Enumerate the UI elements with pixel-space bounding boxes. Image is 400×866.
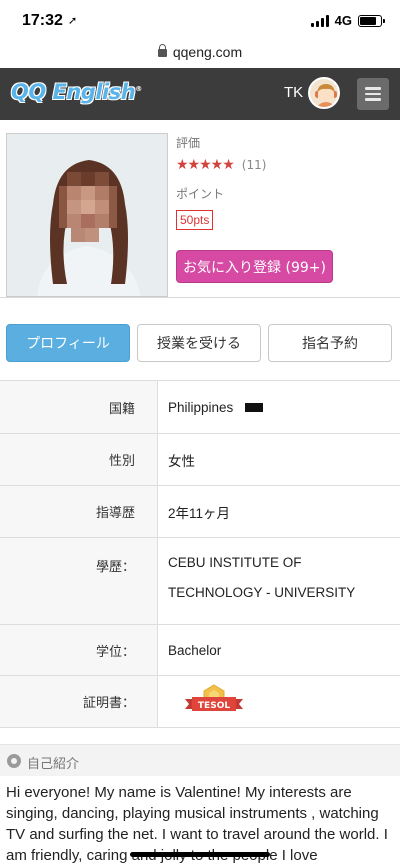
rating-label: 評価 (176, 136, 201, 150)
menu-bar (365, 87, 381, 90)
teacher-photo (6, 133, 168, 297)
logo-registered-mark: ® (135, 85, 142, 93)
table-row: 學歷： CEBU INSTITUTE OF TECHNOLOGY - UNIVE… (0, 538, 400, 625)
degree-label: 学位： (0, 625, 158, 675)
battery-level (360, 16, 376, 25)
gender-label: 性別 (0, 434, 158, 485)
education-value: CEBU INSTITUTE OF TECHNOLOGY - UNIVERSIT… (158, 538, 400, 624)
table-row: 証明書： TESOL (0, 676, 400, 728)
network-type: 4G (334, 13, 352, 28)
teacher-info: 評価 ★★★★★ (11) ポイント 50pts (176, 134, 266, 230)
home-indicator[interactable] (130, 852, 270, 857)
rating-count[interactable]: (11) (242, 158, 267, 172)
status-bar: 17:32 ➚ 4G (0, 0, 400, 44)
url-bar[interactable]: qqeng.com (0, 44, 400, 66)
circle-bullet-icon (7, 754, 21, 768)
tesol-badge: TESOL (182, 682, 246, 722)
education-label: 學歷： (0, 538, 158, 624)
avatar-icon (315, 84, 337, 107)
star-rating: ★★★★★ (176, 157, 235, 173)
status-time: 17:32 (22, 12, 63, 29)
user-name[interactable]: TK (284, 84, 303, 101)
experience-label: 指導歴 (0, 486, 158, 537)
tab-take-lesson[interactable]: 授業を受ける (137, 324, 261, 362)
tab-reservation[interactable]: 指名予約 (268, 324, 392, 362)
table-row: 学位： Bachelor (0, 625, 400, 676)
flag-icon (245, 402, 264, 412)
table-row: 指導歴 2年11ヶ月 (0, 486, 400, 538)
url-text: qqeng.com (172, 44, 243, 60)
tesol-badge-text: TESOL (198, 701, 230, 711)
lock-icon (157, 44, 167, 57)
certificate-value: TESOL (158, 676, 400, 727)
pixelated-portrait-image (7, 134, 167, 296)
signal-icon (310, 14, 329, 27)
teacher-details-table: 国籍 Philippines 性別 女性 指導歴 2年11ヶ月 學歷： CEBU… (0, 380, 400, 728)
menu-bar (365, 98, 381, 101)
points-badge: 50pts (176, 210, 214, 230)
points-label: ポイント (176, 187, 225, 201)
intro-section-header: 自己紹介 (0, 744, 400, 776)
status-indicators: 4G (310, 13, 385, 28)
intro-title: 自己紹介 (27, 757, 80, 772)
education-line-2: TECHNOLOGY - UNIVERSITY (168, 585, 356, 600)
profile-tabs: プロフィール 授業を受ける 指名予約 (0, 300, 400, 380)
certificate-label: 証明書： (0, 676, 158, 727)
nationality-value: Philippines (158, 381, 400, 433)
degree-value: Bachelor (168, 642, 222, 658)
battery-icon (358, 14, 385, 27)
nationality-text: Philippines (168, 399, 234, 415)
education-lines: CEBU INSTITUTE OF TECHNOLOGY - UNIVERSIT… (168, 538, 400, 618)
hamburger-menu-button[interactable] (357, 78, 389, 110)
experience-value: 2年11ヶ月 (168, 505, 231, 521)
tesol-badge-icon: TESOL (185, 683, 243, 711)
menu-bar (365, 92, 381, 96)
rating-row: ★★★★★ (11) (176, 157, 266, 173)
table-row: 性別 女性 (0, 434, 400, 486)
education-line-1: CEBU INSTITUTE OF (168, 555, 302, 570)
qq-english-logo[interactable]: QQ English® (11, 80, 142, 104)
nationality-label: 国籍 (0, 381, 158, 433)
logo-text: QQ English (11, 80, 136, 104)
site-header: QQ English® TK (0, 68, 400, 120)
teacher-profile-card: 評価 ★★★★★ (11) ポイント 50pts お気に入り登録 (99+) (0, 120, 400, 298)
add-favorite-button[interactable]: お気に入り登録 (99+) (176, 250, 333, 283)
avatar[interactable] (308, 77, 340, 109)
gender-value: 女性 (168, 453, 195, 469)
tab-profile[interactable]: プロフィール (6, 324, 130, 362)
location-arrow-icon: ➚ (68, 14, 78, 27)
table-row: 国籍 Philippines (0, 381, 400, 434)
